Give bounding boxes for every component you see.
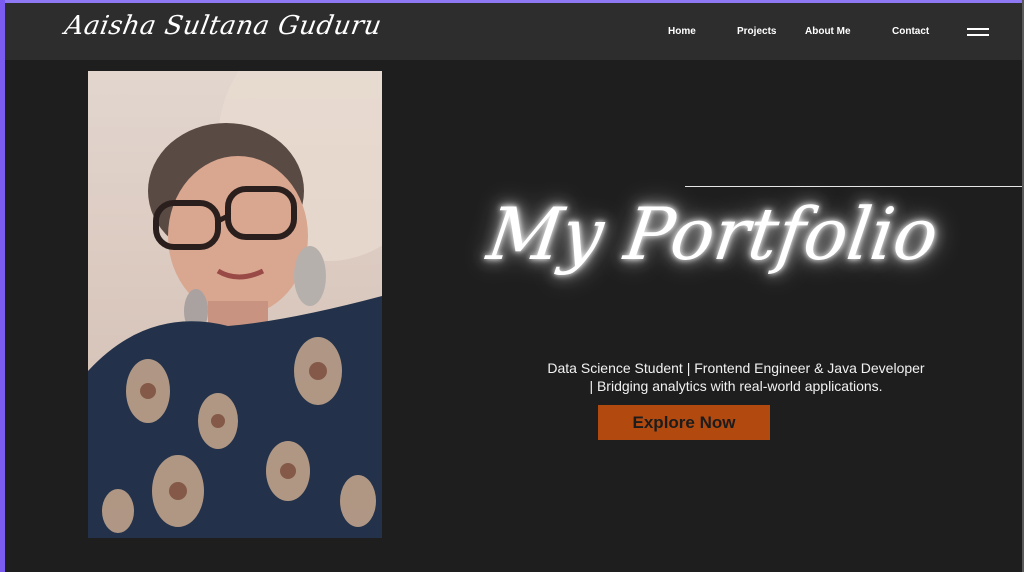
nav-link-projects[interactable]: Projects: [737, 26, 776, 37]
hero-title: My Portfolio: [482, 192, 944, 276]
hamburger-menu-icon[interactable]: [967, 28, 989, 38]
hero-subtitle: Data Science Student | Frontend Engineer…: [530, 359, 942, 395]
hero-divider-line: [685, 186, 1022, 187]
hero-subtitle-line-1: Data Science Student | Frontend Engineer…: [547, 360, 925, 376]
nav-link-about-me[interactable]: About Me: [805, 26, 851, 37]
hero-subtitle-line-2: | Bridging analytics with real-world app…: [589, 378, 883, 394]
navbar: Aaisha Sultana Guduru Home Projects Abou…: [5, 3, 1022, 60]
brand-logo[interactable]: Aaisha Sultana Guduru: [62, 11, 384, 41]
nav-link-home[interactable]: Home: [668, 26, 696, 37]
nav-link-contact[interactable]: Contact: [892, 26, 929, 37]
explore-now-button[interactable]: Explore Now: [598, 405, 770, 440]
window-left-border: [0, 0, 5, 572]
profile-photo: [88, 71, 382, 538]
